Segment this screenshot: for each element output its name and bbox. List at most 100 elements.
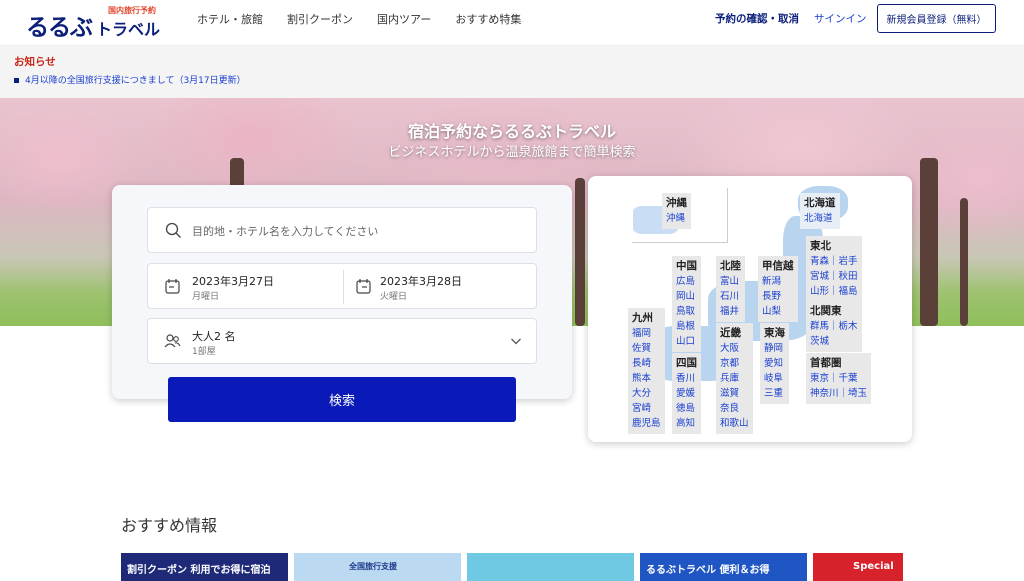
pref-link[interactable]: 福岡 (632, 326, 661, 341)
pref-link[interactable]: 富山 (720, 274, 741, 289)
pref-link[interactable]: 熊本 (632, 371, 661, 386)
region-kinki: 近畿 大阪 京都 兵庫 滋賀 奈良 和歌山 (716, 323, 753, 434)
pref-link[interactable]: 高知 (676, 416, 697, 431)
bullet-icon (14, 78, 19, 83)
pref-link[interactable]: 佐賀 (632, 341, 661, 356)
region-name: 中国 (676, 260, 697, 272)
checkin-date: 2023年3月27日 (192, 275, 274, 288)
pref-link[interactable]: 長野 (762, 289, 794, 304)
guests-count: 大人2 名 (192, 330, 236, 343)
pref-link[interactable]: 福井 (720, 304, 741, 319)
signin-link[interactable]: サインイン (814, 11, 867, 26)
checkout-date-field[interactable]: 2023年3月28日 火曜日 (344, 264, 538, 310)
reservation-link[interactable]: 予約の確認・取消 (715, 11, 799, 26)
guests-icon (164, 334, 181, 348)
pref-link[interactable]: 愛知 (764, 356, 785, 371)
logo-travel-text: トラベル (96, 20, 161, 39)
banner-rurubu-benri[interactable]: るるぶトラベル 便利＆お得 (640, 553, 807, 581)
pref-link[interactable]: 青森｜岩手 (810, 254, 858, 269)
pref-link[interactable]: 神奈川｜埼玉 (810, 386, 867, 401)
pref-link[interactable]: 島根 (676, 319, 697, 334)
pref-link[interactable]: 宮崎 (632, 401, 661, 416)
pref-link[interactable]: 鳥取 (676, 304, 697, 319)
region-hokuriku: 北陸 富山 石川 福井 (716, 256, 745, 322)
region-name: 甲信越 (762, 260, 794, 272)
pref-link[interactable]: 京都 (720, 356, 749, 371)
nav-tours[interactable]: 国内ツアー (377, 11, 431, 27)
guests-selector[interactable]: 大人2 名 1部屋 (147, 318, 537, 364)
banner-special[interactable]: Special (813, 553, 903, 581)
logo-sub-text: 国内旅行予約 (108, 6, 156, 15)
pref-link[interactable]: 茨城 (810, 334, 858, 349)
pref-link[interactable]: 大分 (632, 386, 661, 401)
pref-link[interactable]: 和歌山 (720, 416, 749, 431)
hero-title: 宿泊予約ならるるぶトラベル (407, 122, 616, 141)
notice-bar: お知らせ 4月以降の全国旅行支援につきまして（3月17日更新） (0, 46, 1024, 98)
pref-link[interactable]: 東京｜千葉 (810, 371, 867, 386)
notice-link[interactable]: 4月以降の全国旅行支援につきまして（3月17日更新） (14, 73, 246, 86)
region-name: 首都圏 (810, 357, 842, 369)
pref-link[interactable]: 奈良 (720, 401, 749, 416)
pref-link[interactable]: 群馬｜栃木 (810, 319, 858, 334)
banner-text: Special (853, 561, 894, 572)
pref-link[interactable]: 山形｜福島 (810, 284, 858, 299)
pref-link[interactable]: 北海道 (804, 211, 836, 226)
banner-campaign[interactable] (467, 553, 634, 581)
search-icon (165, 222, 181, 238)
pref-link[interactable]: 静岡 (764, 341, 785, 356)
pref-link[interactable]: 長崎 (632, 356, 661, 371)
region-kyushu: 九州 福岡 佐賀 長崎 熊本 大分 宮崎 鹿児島 (628, 308, 665, 434)
region-tohoku: 東北 青森｜岩手 宮城｜秋田 山形｜福島 (806, 236, 862, 302)
pref-link[interactable]: 鹿児島 (632, 416, 661, 431)
region-name: 東海 (764, 327, 785, 339)
pref-link[interactable]: 徳島 (676, 401, 697, 416)
notice-link-text: 4月以降の全国旅行支援につきまして（3月17日更新） (25, 76, 246, 86)
calendar-checkin-icon (165, 279, 180, 294)
pref-link[interactable]: 新潟 (762, 274, 794, 289)
pref-link[interactable]: 兵庫 (720, 371, 749, 386)
pref-link[interactable]: 沖縄 (666, 211, 687, 226)
pref-link[interactable]: 香川 (676, 371, 697, 386)
checkin-date-field[interactable]: 2023年3月27日 月曜日 (148, 264, 343, 310)
tree-trunk (920, 158, 938, 326)
banner-coupon[interactable]: 割引クーポン 利用でお得に宿泊 (121, 553, 288, 581)
pref-link[interactable]: 三重 (764, 386, 785, 401)
banner-text: 割引クーポン 利用でお得に宿泊 (127, 565, 271, 576)
region-kitakanto: 北関東 群馬｜栃木 茨城 (806, 301, 862, 352)
region-hokkaido: 北海道 北海道 (800, 193, 840, 229)
pref-link[interactable]: 岐阜 (764, 371, 785, 386)
region-name: 北関東 (810, 305, 842, 317)
region-chugoku: 中国 広島 岡山 鳥取 島根 山口 (672, 256, 701, 352)
region-name: 沖縄 (666, 197, 687, 209)
rooms-count: 1部屋 (192, 347, 216, 357)
region-name: 四国 (676, 357, 697, 369)
pref-link[interactable]: 大阪 (720, 341, 749, 356)
pref-link[interactable]: 山口 (676, 334, 697, 349)
chevron-down-icon (511, 338, 521, 345)
region-name: 近畿 (720, 327, 741, 339)
banner-travel-support[interactable]: 全国旅行支援 (294, 553, 461, 581)
tree-trunk (575, 178, 585, 326)
search-panel: 目的地・ホテル名を入力してください 2023年3月27日 月曜日 2023年3月… (112, 185, 572, 422)
nav-coupons[interactable]: 割引クーポン (287, 11, 353, 27)
site-header: るるぶ 国内旅行予約 トラベル ホテル・旅館 割引クーポン 国内ツアー おすすめ… (0, 0, 1024, 46)
pref-link[interactable]: 愛媛 (676, 386, 697, 401)
notice-title: お知らせ (14, 56, 56, 68)
japan-region-map: 沖縄 沖縄 北海道 北海道 東北 青森｜岩手 宮城｜秋田 山形｜福島 中国 広島… (588, 176, 912, 442)
pref-link[interactable]: 岡山 (676, 289, 697, 304)
pref-link[interactable]: 山梨 (762, 304, 794, 319)
region-koshinetsu: 甲信越 新潟 長野 山梨 (758, 256, 798, 322)
region-shikoku: 四国 香川 愛媛 徳島 高知 (672, 353, 701, 434)
calendar-checkout-icon (356, 279, 371, 294)
search-button[interactable]: 検索 (168, 377, 516, 422)
pref-link[interactable]: 広島 (676, 274, 697, 289)
register-button[interactable]: 新規会員登録（無料） (877, 4, 996, 33)
nav-features[interactable]: おすすめ特集 (455, 11, 521, 27)
checkin-day: 月曜日 (192, 292, 220, 302)
pref-link[interactable]: 石川 (720, 289, 741, 304)
pref-link[interactable]: 宮城｜秋田 (810, 269, 858, 284)
nav-hotels[interactable]: ホテル・旅館 (197, 11, 263, 27)
destination-input[interactable]: 目的地・ホテル名を入力してください (147, 207, 537, 253)
pref-link[interactable]: 滋賀 (720, 386, 749, 401)
destination-placeholder: 目的地・ホテル名を入力してください (192, 225, 379, 238)
